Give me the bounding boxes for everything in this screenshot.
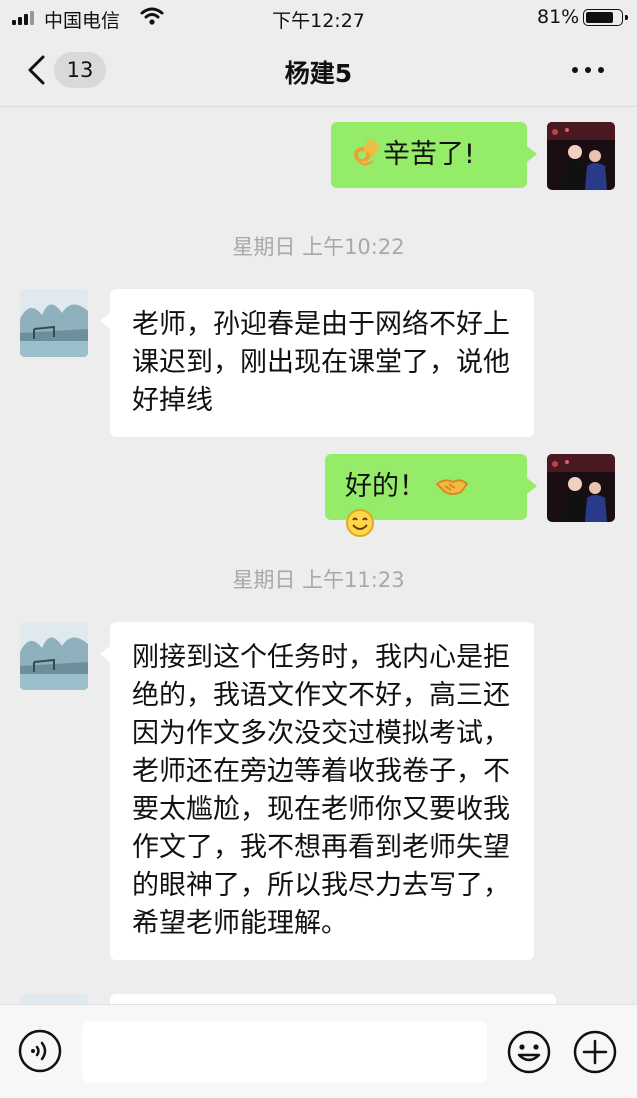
timestamp: 星期日 上午11:23 [232, 568, 405, 592]
chat-title: 杨建5 [284, 59, 353, 88]
message-text: 好的！ [345, 471, 426, 502]
my-avatar[interactable] [547, 454, 615, 522]
timestamp: 星期日 上午10:22 [232, 235, 405, 259]
plus-icon[interactable] [572, 1029, 618, 1075]
outgoing-message[interactable]: 辛苦了! [331, 122, 537, 188]
outgoing-message[interactable]: 好的！ [325, 454, 537, 537]
message-list[interactable]: 辛苦了! 星期日 上午10:22 老师，孙迎春是由于网络不好上课迟到，刚出现在课… [0, 107, 637, 1004]
smile-emoji-icon [346, 508, 374, 537]
contact-avatar[interactable] [20, 622, 88, 690]
voice-icon[interactable] [18, 1029, 62, 1073]
message-text: 刚接到这个任务时，我内心是拒绝的，我语文作文不好，高三还因为作文多次没交过模拟考… [132, 642, 510, 939]
battery-icon [583, 9, 628, 26]
message-text: 老师，孙迎春是由于网络不好上课迟到，刚出现在课堂了，说他好掉线 [132, 309, 510, 416]
emoji-icon[interactable] [506, 1029, 552, 1075]
incoming-message[interactable]: 老师，孙迎春是由于网络不好上课迟到，刚出现在课堂了，说他好掉线 [100, 289, 534, 437]
status-bar: 中国电信 下午12:27 81% [0, 0, 637, 34]
message-input[interactable] [82, 1021, 487, 1083]
handshake-emoji-icon [435, 478, 468, 495]
more-icon[interactable] [568, 54, 608, 84]
incoming-message[interactable]: 刚接到这个任务时，我内心是拒绝的，我语文作文不好，高三还因为作文多次没交过模拟考… [100, 622, 534, 960]
input-bar [0, 1004, 637, 1098]
ok-hand-emoji-icon [354, 138, 380, 165]
battery-percent: 81% [537, 6, 580, 28]
contact-avatar[interactable] [20, 289, 88, 357]
chat-header: 13 杨建5 [0, 34, 637, 107]
incoming-message[interactable] [110, 994, 556, 1004]
message-text: 辛苦了! [383, 139, 475, 170]
my-avatar[interactable] [547, 122, 615, 190]
contact-avatar[interactable] [20, 994, 88, 1004]
